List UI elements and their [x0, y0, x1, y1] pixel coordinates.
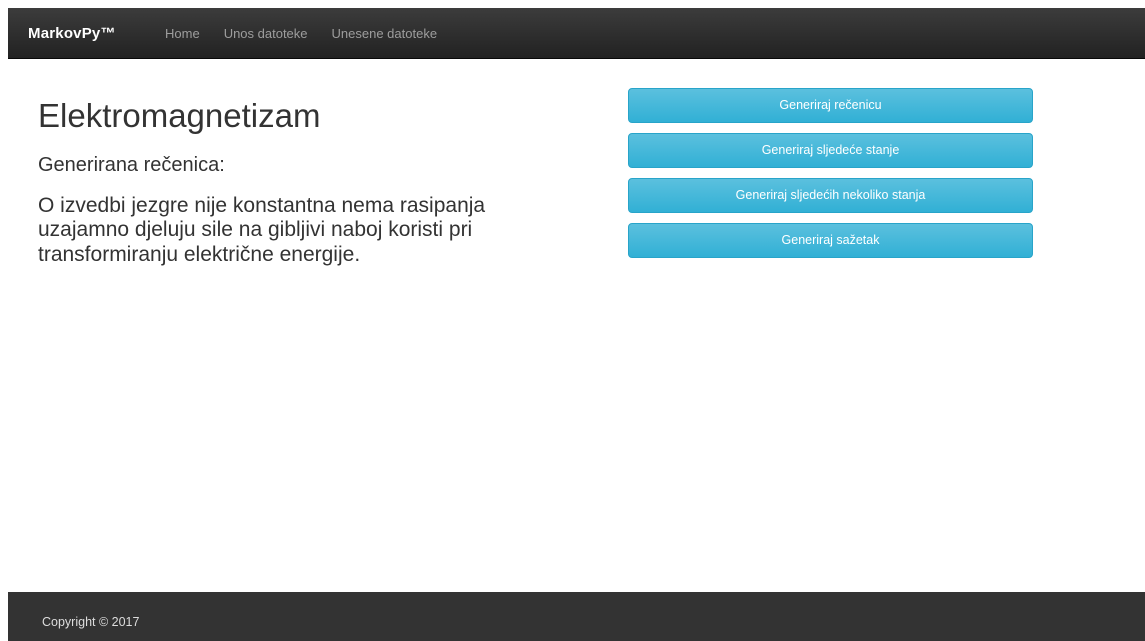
top-navbar: MarkovPy™ Home Unos datoteke Unesene dat… [8, 8, 1145, 59]
brand-logo[interactable]: MarkovPy™ [28, 8, 116, 59]
page: MarkovPy™ Home Unos datoteke Unesene dat… [0, 0, 1145, 641]
nav-link-uploaded-files[interactable]: Unesene datoteke [320, 8, 450, 59]
nav-link-file-upload[interactable]: Unos datoteke [212, 8, 320, 59]
page-title: Elektromagnetizam [38, 97, 321, 134]
footer: Copyright © 2017 [8, 592, 1145, 641]
copyright-text: Copyright © 2017 [42, 615, 140, 629]
main-content: Elektromagnetizam Generirana rečenica: O… [38, 92, 598, 267]
generate-next-state-button[interactable]: Generiraj sljedeće stanje [628, 133, 1033, 168]
sentence-label: Generirana rečenica: [38, 154, 225, 177]
generated-sentence: O izvedbi jezgre nije konstantna nema ra… [38, 194, 486, 266]
generate-sentence-button[interactable]: Generiraj rečenicu [628, 88, 1033, 123]
action-buttons: Generiraj rečenicu Generiraj sljedeće st… [628, 88, 1033, 268]
nav-links: Home Unos datoteke Unesene datoteke [153, 8, 449, 59]
generate-next-states-button[interactable]: Generiraj sljedećih nekoliko stanja [628, 178, 1033, 213]
generate-summary-button[interactable]: Generiraj sažetak [628, 223, 1033, 258]
nav-link-home[interactable]: Home [153, 8, 212, 59]
